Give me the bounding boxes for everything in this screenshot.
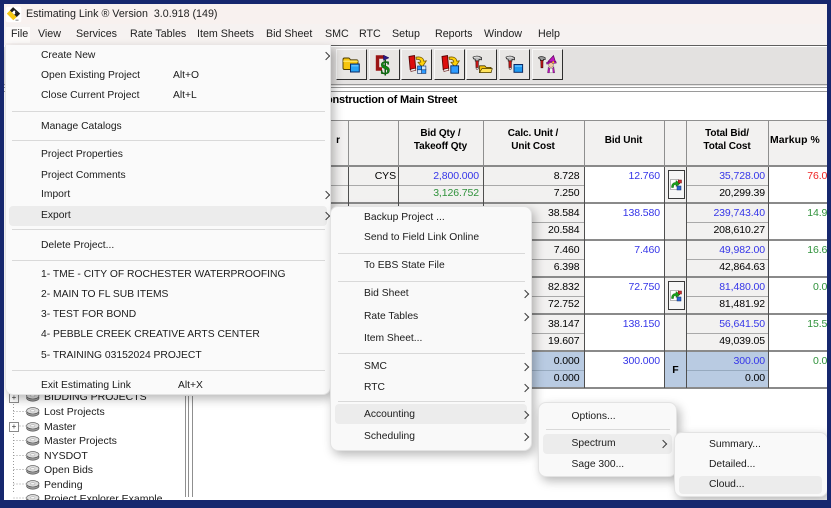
svg-text:$: $ [380,58,390,76]
